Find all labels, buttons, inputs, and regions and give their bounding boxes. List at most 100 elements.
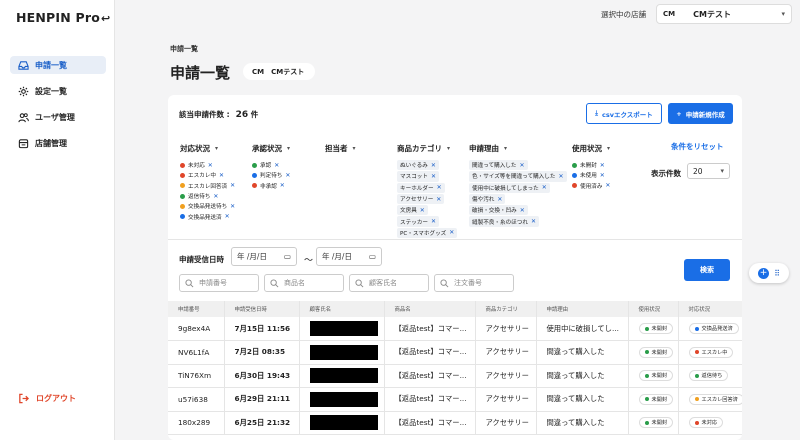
close-icon[interactable]: ✕	[600, 172, 605, 179]
breadcrumb: 申請一覧	[170, 45, 198, 53]
close-icon[interactable]: ✕	[208, 162, 213, 169]
close-icon[interactable]: ✕	[519, 162, 524, 169]
result-count-number: 26	[235, 110, 249, 120]
date-from-value: 年 /月/日	[237, 252, 267, 261]
cell-date: 7月15日 11:56	[224, 317, 300, 341]
close-icon[interactable]: ✕	[497, 196, 502, 203]
cell-reason: 間違って購入した	[536, 411, 629, 435]
table-header[interactable]: 申請受信日時	[224, 301, 300, 317]
order-number-input[interactable]: 注文番号	[434, 274, 514, 292]
filter-chip-label: 色・サイズ等を間違って購入した	[472, 174, 556, 181]
application-number-input[interactable]: 申請番号	[179, 274, 259, 292]
cell-reason: 間違って購入した	[536, 340, 629, 365]
filter-chip: アクセサリー ✕	[397, 193, 445, 205]
filter-chip: 使用済み ✕	[572, 181, 610, 191]
filter-chip: キーホルダー ✕	[397, 182, 445, 193]
close-icon[interactable]: ✕	[436, 196, 441, 203]
filter-chip-label: アクセサリー	[400, 197, 434, 204]
table-header[interactable]: 申請理由	[536, 301, 629, 317]
close-icon[interactable]: ✕	[280, 182, 285, 189]
filter-chip: マスコット ✕	[397, 171, 440, 182]
table-header[interactable]: 顧客氏名	[299, 301, 385, 317]
filter-title[interactable]: 申請理由 ▾	[469, 143, 567, 154]
table-row[interactable]: u57i638 6月29日 21:11 【返品test】コマー... アクセサリ…	[168, 387, 742, 412]
close-icon[interactable]: ✕	[225, 213, 230, 220]
status-dot	[180, 214, 185, 220]
filter-title[interactable]: 承認状況 ▾	[252, 143, 290, 154]
close-icon[interactable]: ✕	[600, 162, 605, 169]
close-icon[interactable]: ✕	[542, 184, 547, 191]
search-button[interactable]: 検索	[684, 259, 730, 281]
cell-customer	[299, 317, 385, 341]
cell-product: 【返品test】コマー...	[384, 387, 476, 412]
date-from-input[interactable]: 年 /月/日 ▭	[231, 247, 297, 266]
badge-label: 未開封	[651, 326, 668, 332]
logout-icon	[19, 393, 29, 404]
logout-button[interactable]: ログアウト	[18, 393, 76, 404]
table-row[interactable]: NV6L1fA 7月2日 08:35 【返品test】コマー... アクセサリー…	[168, 340, 742, 365]
close-icon[interactable]: ✕	[431, 218, 436, 225]
status-dot	[644, 373, 649, 378]
filter-title[interactable]: 使用状況 ▾	[572, 143, 610, 154]
filter-chip-label: 交換品発送待ち	[188, 204, 228, 211]
sidebar-item-stores[interactable]: 店舗管理	[10, 134, 106, 152]
add-icon[interactable]: +	[758, 267, 770, 279]
redacted-block	[309, 391, 378, 407]
cell-customer	[299, 364, 385, 388]
date-to-input[interactable]: 年 /月/日 ▭	[316, 247, 382, 266]
store-select[interactable]: CM CMテスト ▾	[656, 4, 792, 24]
close-icon[interactable]: ✕	[213, 193, 218, 200]
cell-usage: 未開封	[628, 387, 679, 412]
csv-export-button[interactable]: ⤓ csvエクスポート	[586, 103, 662, 124]
close-icon[interactable]: ✕	[285, 172, 290, 179]
status-dot	[694, 350, 699, 355]
table-row[interactable]: 9g8ex4A 7月15日 11:56 【返品test】コマー... アクセサリ…	[168, 317, 742, 341]
sidebar-item-settings[interactable]: 設定一覧	[10, 82, 106, 100]
product-name-input[interactable]: 商品名	[264, 274, 344, 292]
close-icon[interactable]: ✕	[431, 173, 436, 180]
sidebar-item-users[interactable]: ユーザ管理	[10, 108, 106, 126]
chevron-down-icon: ▾	[720, 167, 724, 175]
close-icon[interactable]: ✕	[420, 207, 425, 214]
close-icon[interactable]: ✕	[230, 182, 235, 189]
close-icon[interactable]: ✕	[274, 162, 279, 169]
close-icon[interactable]: ✕	[230, 203, 235, 210]
store-label: 選択中の店舗	[601, 9, 646, 19]
filter-title[interactable]: 商品カテゴリ ▾	[397, 143, 457, 154]
grid-icon[interactable]: ⠿	[774, 269, 780, 278]
table-header[interactable]: 使用状況	[628, 301, 679, 317]
filter-chip: 判定待ち ✕	[252, 170, 290, 180]
table-row[interactable]: TiN76Xm 6月30日 19:43 【返品test】コマー... アクセサリ…	[168, 364, 742, 388]
cell-date: 7月2日 08:35	[224, 340, 300, 365]
customer-name-input[interactable]: 顧客氏名	[349, 274, 429, 292]
cell-category: アクセサリー	[475, 364, 537, 388]
input-placeholder: 申請番号	[199, 279, 227, 287]
table-row[interactable]: 180x289 6月25日 21:32 【返品test】コマー... アクセサリ…	[168, 411, 742, 435]
close-icon[interactable]: ✕	[605, 182, 610, 189]
close-icon[interactable]: ✕	[219, 172, 224, 179]
table-header[interactable]: 商品名	[384, 301, 476, 317]
filter-chip-label: 文房具	[400, 208, 417, 215]
close-icon[interactable]: ✕	[531, 218, 536, 225]
table-header[interactable]: 対応状況	[678, 301, 742, 317]
sidebar: HENPIN Pro↩ 申請一覧 設定一覧 ユーザ管理 店舗管理 ログアウト	[0, 0, 115, 440]
table-header[interactable]: 商品カテゴリ	[475, 301, 537, 317]
app-logo[interactable]: HENPIN Pro↩	[16, 10, 110, 25]
chevron-down-icon: ▾	[447, 145, 451, 152]
filter-title[interactable]: 担当者 ▾	[325, 143, 356, 154]
filter-title[interactable]: 対応状況 ▾	[180, 143, 235, 154]
logo-text: HENPIN Pro	[16, 10, 101, 25]
close-icon[interactable]: ✕	[431, 162, 436, 169]
cell-status: エスカレ回答済	[678, 387, 742, 412]
reset-filters-link[interactable]: 条件をリセット	[671, 141, 724, 152]
sidebar-item-applications[interactable]: 申請一覧	[10, 56, 106, 74]
table-header[interactable]: 申請番号	[168, 301, 225, 317]
status-badge: 未対応	[688, 417, 724, 429]
close-icon[interactable]: ✕	[558, 173, 563, 180]
new-application-button[interactable]: + 申請新規作成	[668, 103, 733, 124]
close-icon[interactable]: ✕	[437, 184, 442, 191]
per-page-select[interactable]: 20 ▾	[687, 163, 730, 179]
status-badge: 未開封	[638, 346, 674, 358]
close-icon[interactable]: ✕	[520, 207, 525, 214]
close-icon[interactable]: ✕	[449, 229, 454, 236]
